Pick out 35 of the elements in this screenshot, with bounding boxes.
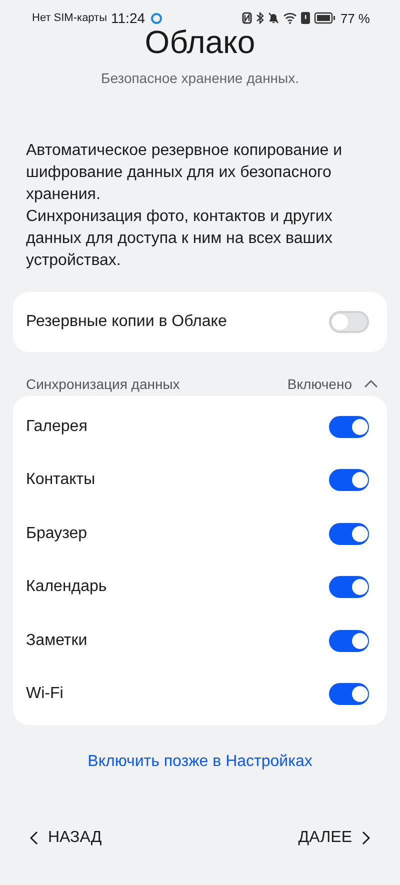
next-button[interactable]: ДАЛЕЕ	[298, 825, 370, 851]
back-button[interactable]: НАЗАД	[30, 825, 102, 851]
sim-icon	[301, 12, 310, 24]
description-text: Автоматическое резервное копирование и шифрование данных для их безопасного хранения.	[26, 141, 344, 205]
toggle-switch[interactable]	[329, 522, 369, 545]
toggle-switch[interactable]	[329, 469, 369, 492]
setting-label: Браузер	[26, 524, 88, 543]
setting-label: Контакты	[26, 471, 96, 490]
time-text: 11:24	[111, 10, 146, 26]
setting-label: Галерея	[26, 418, 88, 436]
section-title: Синхронизация данных	[26, 376, 180, 392]
toggle-switch[interactable]	[329, 683, 369, 706]
bluetooth-icon	[256, 12, 264, 24]
later-link[interactable]: Включить позже в Настройках	[88, 753, 312, 771]
toggle-switch[interactable]	[329, 630, 369, 652]
section-status: Включено	[287, 376, 352, 392]
circle-icon	[151, 12, 162, 24]
bell-muted-icon	[268, 12, 280, 24]
chevron-left-icon	[30, 831, 38, 845]
setting-label: Календарь	[26, 578, 107, 596]
battery-text: 77 %	[340, 10, 370, 26]
chevron-right-icon	[362, 831, 370, 845]
page-title: Облако	[144, 30, 256, 54]
battery-icon	[314, 12, 336, 24]
toggle-switch[interactable]	[329, 576, 369, 598]
nfc-icon	[242, 12, 252, 24]
description-text: Синхронизация фото, контактов и других данных для доступа к ним на всех ваших устройствах.	[26, 207, 334, 271]
setting-label: Wi-Fi	[26, 685, 64, 704]
chevron-icon[interactable]	[364, 380, 378, 388]
wifi-icon	[283, 12, 298, 24]
setting-label: Заметки	[26, 632, 88, 650]
setting-label: Резервные копии в Облаке	[26, 313, 227, 331]
toggle-switch[interactable]	[329, 416, 369, 438]
page-subtitle: Безопасное хранение данных.	[100, 70, 300, 86]
carrier-text: Нет SIM-карты	[32, 12, 108, 24]
